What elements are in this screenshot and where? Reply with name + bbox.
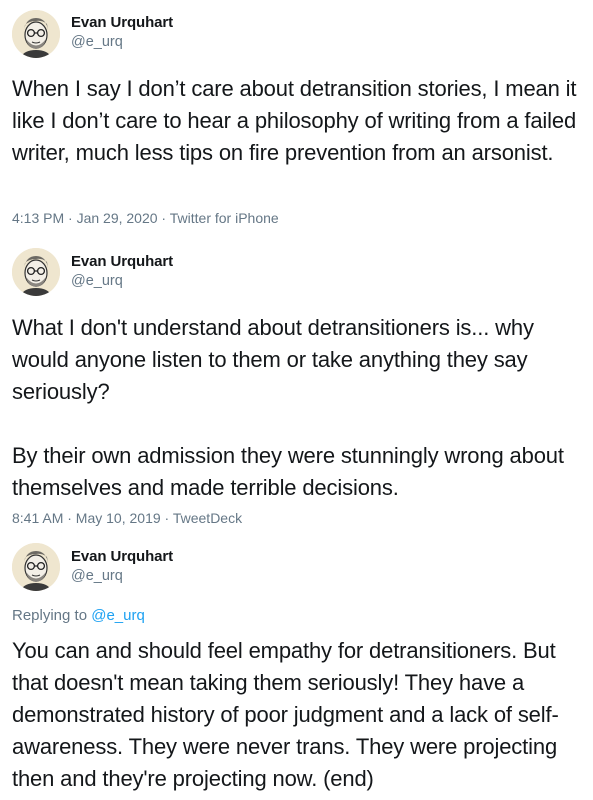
tweet-source[interactable]: TweetDeck — [173, 510, 242, 526]
tweet-timestamp[interactable]: 8:41 AM · May 10, 2019 — [12, 510, 161, 526]
avatar-portrait-icon — [12, 248, 60, 296]
avatar-portrait-icon — [12, 543, 60, 591]
avatar-portrait-icon — [12, 10, 60, 58]
author-handle[interactable]: @e_urq — [71, 273, 123, 289]
avatar[interactable] — [12, 10, 60, 58]
tweet-text: What I don't understand about detransiti… — [12, 315, 564, 500]
author-name[interactable]: Evan Urquhart — [71, 253, 173, 270]
replying-to: Replying to @e_urq — [12, 607, 145, 624]
meta-separator: · — [157, 210, 170, 226]
avatar[interactable] — [12, 543, 60, 591]
tweet-meta: 4:13 PM · Jan 29, 2020 · Twitter for iPh… — [12, 210, 279, 226]
replying-to-mention-link[interactable]: @e_urq — [91, 607, 145, 624]
author-name[interactable]: Evan Urquhart — [71, 548, 173, 565]
author-name[interactable]: Evan Urquhart — [71, 14, 173, 31]
author-handle[interactable]: @e_urq — [71, 34, 123, 50]
meta-separator: · — [160, 510, 173, 526]
tweet-meta: 8:41 AM · May 10, 2019 · TweetDeck — [12, 510, 242, 526]
tweet-text: When I say I don’t care about detransiti… — [12, 76, 583, 165]
avatar[interactable] — [12, 248, 60, 296]
author-handle[interactable]: @e_urq — [71, 568, 123, 584]
tweet-source[interactable]: Twitter for iPhone — [170, 210, 279, 226]
tweet-text: You can and should feel empathy for detr… — [12, 638, 563, 791]
tweet-timestamp[interactable]: 4:13 PM · Jan 29, 2020 — [12, 210, 158, 226]
replying-to-label: Replying to — [12, 607, 88, 624]
